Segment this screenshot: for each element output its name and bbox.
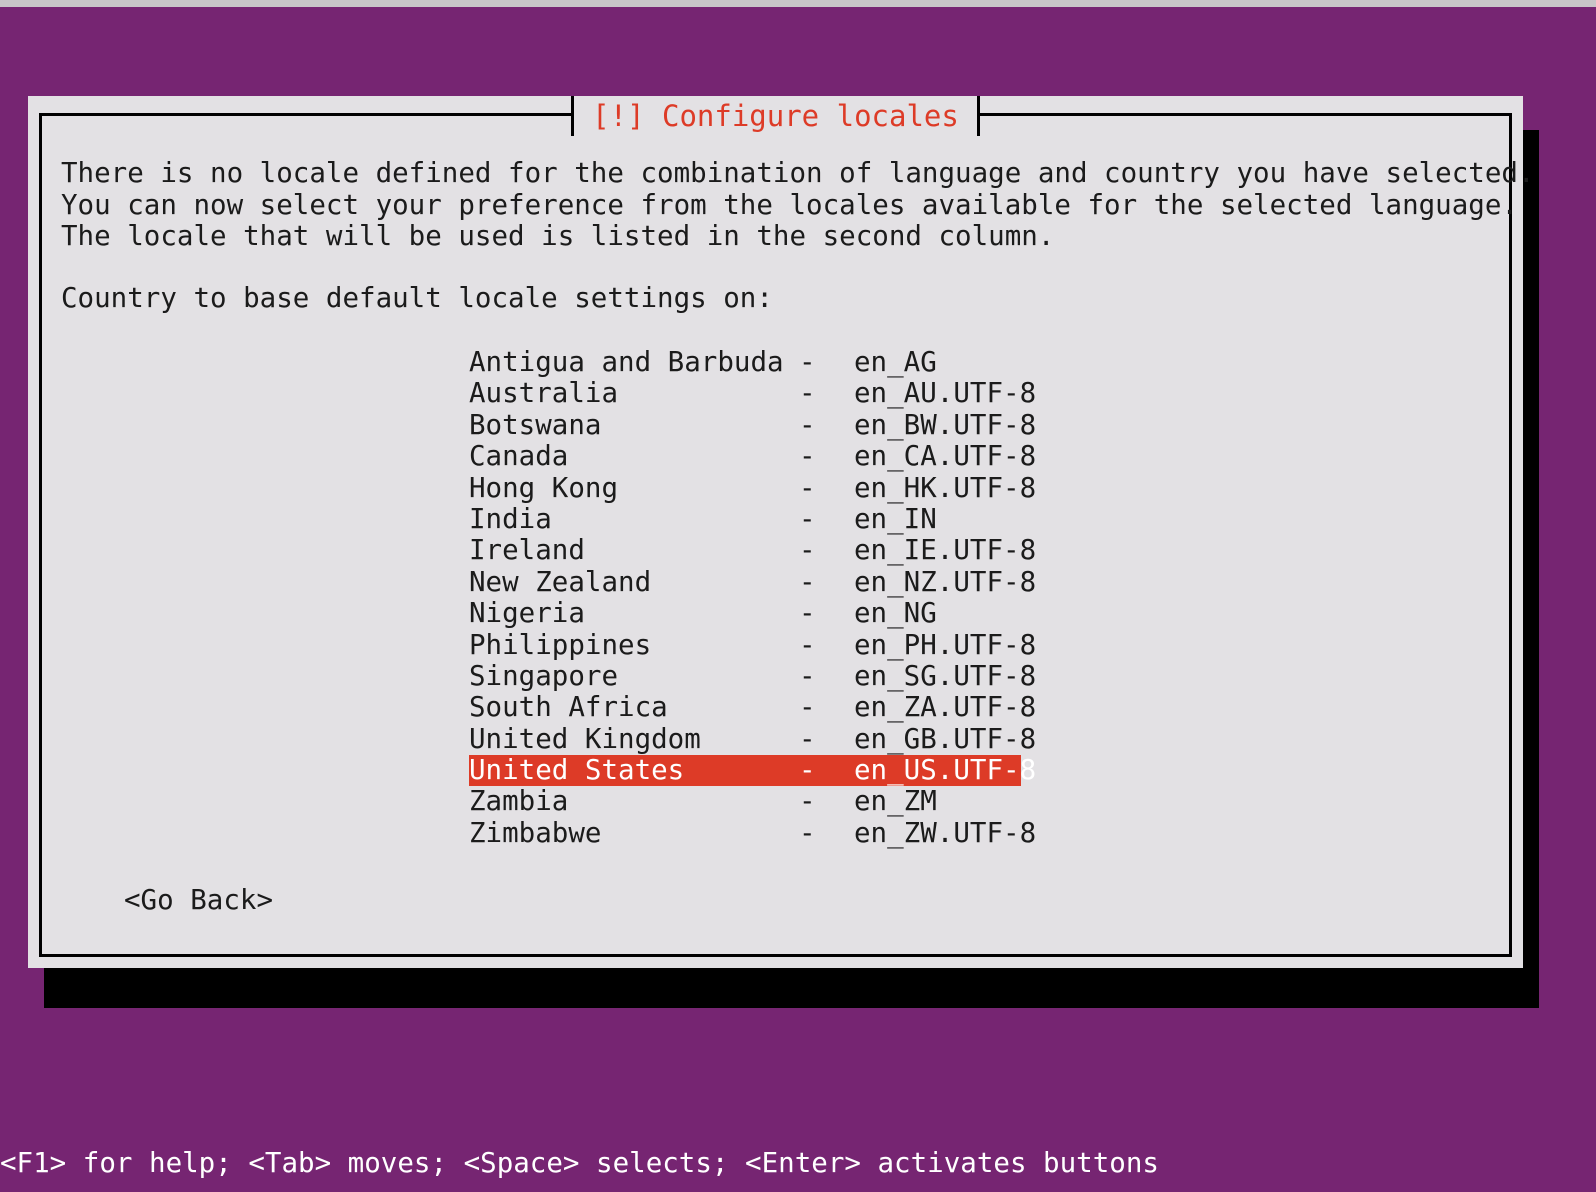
- list-item-country: Antigua and Barbuda: [469, 347, 799, 378]
- intro-paragraph: There is no locale defined for the combi…: [61, 158, 1535, 253]
- list-item[interactable]: United States-en_US.UTF-8: [469, 755, 1021, 786]
- list-item-separator: -: [799, 661, 854, 692]
- list-item-country: South Africa: [469, 692, 799, 723]
- list-item-separator: -: [799, 441, 854, 472]
- list-item-locale: en_IE.UTF-8: [854, 535, 1036, 566]
- list-item-locale: en_HK.UTF-8: [854, 473, 1036, 504]
- list-item[interactable]: South Africa-en_ZA.UTF-8: [469, 692, 1021, 723]
- list-item[interactable]: Singapore-en_SG.UTF-8: [469, 661, 1021, 692]
- list-item[interactable]: Nigeria-en_NG: [469, 598, 1021, 629]
- screen-top-strip: [0, 0, 1596, 7]
- list-item-locale: en_SG.UTF-8: [854, 661, 1036, 692]
- list-item-country: Philippines: [469, 630, 799, 661]
- prompt-label: Country to base default locale settings …: [61, 283, 773, 315]
- list-item-locale: en_US.UTF-8: [854, 755, 1036, 786]
- list-item-country: New Zealand: [469, 567, 799, 598]
- list-item-country: Singapore: [469, 661, 799, 692]
- list-item[interactable]: Hong Kong-en_HK.UTF-8: [469, 473, 1021, 504]
- list-item[interactable]: New Zealand-en_NZ.UTF-8: [469, 567, 1021, 598]
- list-item-country: Botswana: [469, 410, 799, 441]
- list-item-separator: -: [799, 473, 854, 504]
- list-item-country: Zimbabwe: [469, 818, 799, 849]
- list-item[interactable]: Zimbabwe-en_ZW.UTF-8: [469, 818, 1021, 849]
- dialog-body: There is no locale defined for the combi…: [28, 96, 1523, 968]
- list-item-locale: en_ZW.UTF-8: [854, 818, 1036, 849]
- list-item-locale: en_PH.UTF-8: [854, 630, 1036, 661]
- list-item-separator: -: [799, 786, 854, 817]
- list-item-locale: en_BW.UTF-8: [854, 410, 1036, 441]
- list-item[interactable]: Philippines-en_PH.UTF-8: [469, 630, 1021, 661]
- list-item-separator: -: [799, 630, 854, 661]
- list-item-separator: -: [799, 410, 854, 441]
- country-locale-list[interactable]: Antigua and Barbuda-en_AGAustralia-en_AU…: [469, 347, 1469, 849]
- status-bar: <F1> for help; <Tab> moves; <Space> sele…: [0, 1145, 1596, 1181]
- list-item-separator: -: [799, 347, 854, 378]
- list-item-locale: en_ZM: [854, 786, 1021, 817]
- status-bar-help-text: <F1> for help; <Tab> moves; <Space> sele…: [0, 1145, 1159, 1181]
- go-back-button[interactable]: <Go Back>: [124, 884, 273, 916]
- list-item[interactable]: Ireland-en_IE.UTF-8: [469, 535, 1021, 566]
- list-item-locale: en_CA.UTF-8: [854, 441, 1036, 472]
- configure-locales-dialog: [!] Configure locales There is no locale…: [28, 96, 1523, 968]
- list-item-separator: -: [799, 755, 854, 786]
- list-item[interactable]: India-en_IN: [469, 504, 1021, 535]
- list-item-separator: -: [799, 567, 854, 598]
- list-item-country: Nigeria: [469, 598, 799, 629]
- list-item[interactable]: Canada-en_CA.UTF-8: [469, 441, 1021, 472]
- list-item-country: Ireland: [469, 535, 799, 566]
- list-item-locale: en_AG: [854, 347, 1021, 378]
- list-item-locale: en_GB.UTF-8: [854, 724, 1036, 755]
- list-item-separator: -: [799, 504, 854, 535]
- list-item-locale: en_AU.UTF-8: [854, 378, 1036, 409]
- list-item-separator: -: [799, 598, 854, 629]
- list-item-separator: -: [799, 692, 854, 723]
- list-item-separator: -: [799, 818, 854, 849]
- list-item[interactable]: Botswana-en_BW.UTF-8: [469, 410, 1021, 441]
- list-item-separator: -: [799, 378, 854, 409]
- list-item-country: Canada: [469, 441, 799, 472]
- list-item-locale: en_NZ.UTF-8: [854, 567, 1036, 598]
- list-item-locale: en_IN: [854, 504, 1021, 535]
- list-item-country: Zambia: [469, 786, 799, 817]
- list-item-separator: -: [799, 535, 854, 566]
- list-item[interactable]: Antigua and Barbuda-en_AG: [469, 347, 1021, 378]
- list-item-country: United States: [469, 755, 799, 786]
- list-item-country: India: [469, 504, 799, 535]
- list-item-locale: en_ZA.UTF-8: [854, 692, 1036, 723]
- list-item-locale: en_NG: [854, 598, 1021, 629]
- list-item-separator: -: [799, 724, 854, 755]
- list-item-country: Hong Kong: [469, 473, 799, 504]
- list-item[interactable]: Zambia-en_ZM: [469, 786, 1021, 817]
- list-item-country: United Kingdom: [469, 724, 799, 755]
- list-item[interactable]: United Kingdom-en_GB.UTF-8: [469, 724, 1021, 755]
- list-item-country: Australia: [469, 378, 799, 409]
- list-item[interactable]: Australia-en_AU.UTF-8: [469, 378, 1021, 409]
